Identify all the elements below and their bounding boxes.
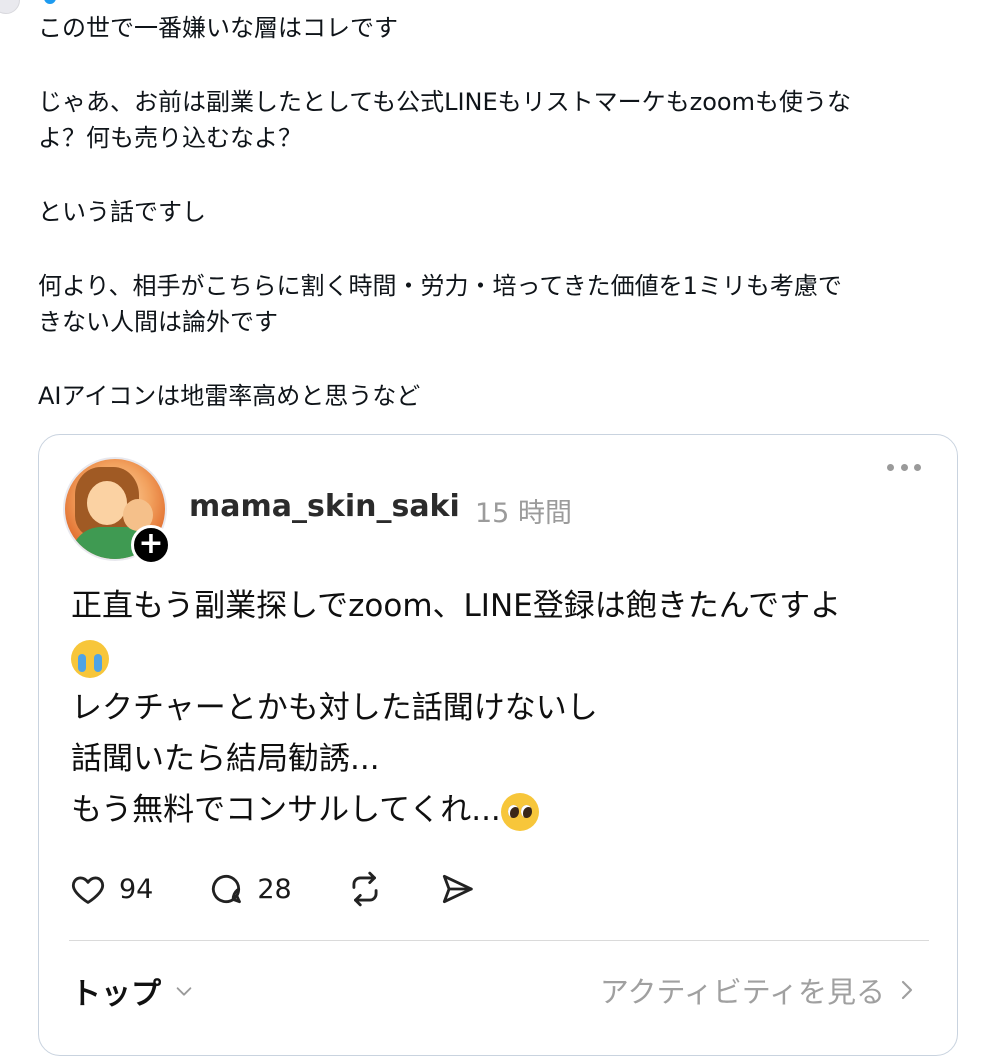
chevron-right-icon [901,980,913,1000]
previous-post-header-stub [0,0,300,14]
like-button[interactable]: 94 [69,870,153,908]
comment-icon [212,874,242,904]
quoted-body: 正直もう副業探しでzoom、LINE登録は飽きたんですよ レクチャーとかも対した… [71,581,941,836]
quoted-line: もう無料でコンサルしてくれ... [71,792,501,828]
loudly-crying-emoji [71,639,109,678]
more-dot [887,463,894,471]
sort-label: トップ [71,977,161,1012]
post-line: 何より、相手がこちらに割く時間・労力・培ってきた価値を1ミリも考慮で [38,272,842,300]
quoted-timestamp: 15 時間 [475,498,572,529]
quoted-line: レクチャーとかも対した話聞けないし [71,690,598,726]
more-dot [914,463,921,471]
verified-badge-icon [44,0,56,4]
more-icon[interactable] [887,457,921,477]
post-line: この世で一番嫌いな層はコレです [38,14,398,42]
plus-icon[interactable]: + [131,525,171,565]
share-button[interactable] [438,870,476,908]
action-bar: 94 28 [69,869,530,909]
quoted-line: 正直もう副業探しでzoom、LINE登録は飽きたんですよ [71,588,842,624]
divider [69,940,929,941]
post-line: という話ですし [38,198,206,226]
comment-count: 28 [257,873,292,905]
post-line: AIアイコンは地雷率高めと思うなど [38,382,421,410]
sort-dropdown[interactable]: トップ [71,969,195,1013]
quoted-line-with-emoji: もう無料でコンサルしてくれ... [71,785,941,836]
quoted-line: 話聞いたら結局勧誘... [71,741,380,777]
post-text: この世で一番嫌いな層はコレです じゃあ、お前は副業したとしても公式LINEもリス… [38,10,948,414]
view-activity-link[interactable]: アクティビティを見る [600,969,917,1011]
share-icon [442,874,473,904]
like-count: 94 [119,873,154,905]
avatar-face [87,481,127,525]
repost-icon [352,871,378,907]
pleading-emoji [500,792,539,831]
quoted-emoji-line [71,632,941,683]
heart-icon [71,876,105,904]
quoted-avatar-container[interactable]: + [63,457,171,565]
comment-button[interactable]: 28 [207,870,292,908]
post-line: よ？何も売り込むなよ？ [38,124,302,152]
chevron-down-icon [176,987,192,996]
avatar[interactable] [0,0,20,14]
post-line: じゃあ、お前は副業したとしても公式LINEもリストマーケもzoomも使うな [38,88,851,116]
post-line: きない人間は論外です [38,308,278,336]
repost-button[interactable] [346,870,384,908]
more-dot [900,463,908,471]
quoted-post-card[interactable]: + mama_skin_saki 15 時間 正直もう副業探しでzoom、LIN… [38,434,958,1056]
view-activity-label: アクティビティを見る [599,975,885,1009]
quoted-username[interactable]: mama_skin_saki [189,489,460,524]
